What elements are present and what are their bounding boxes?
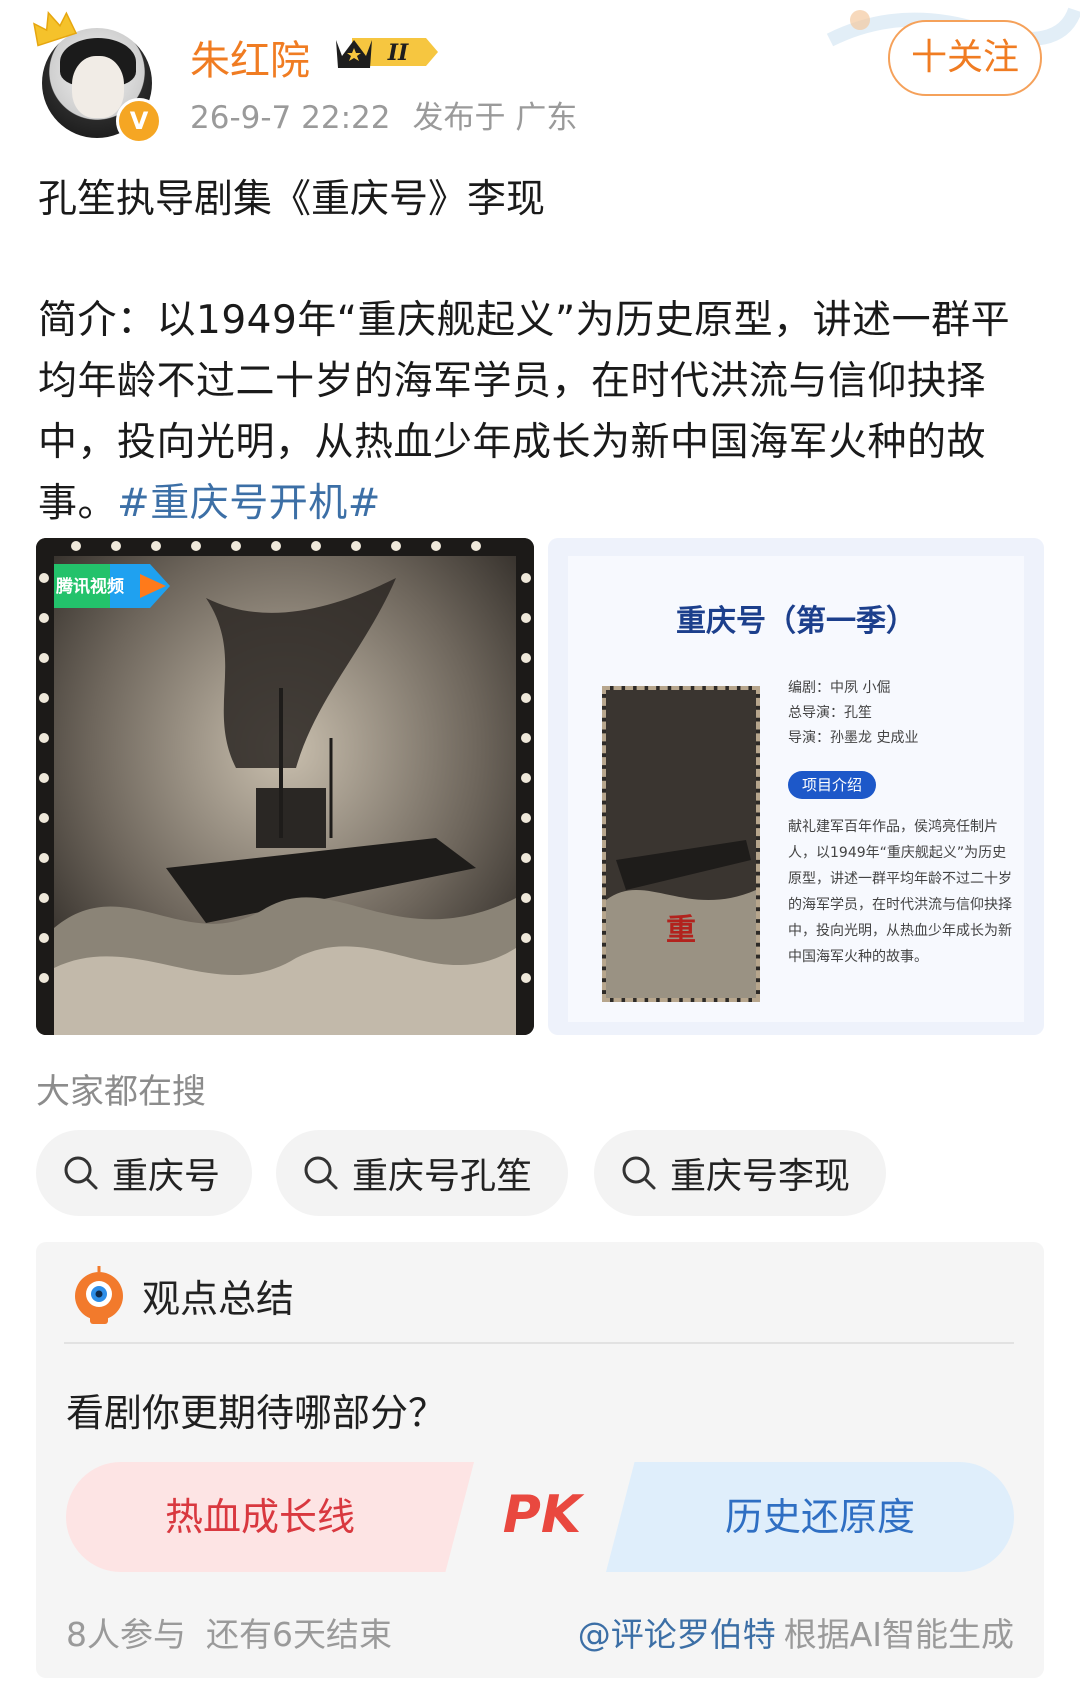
search-chip-label: 重庆号李现 xyxy=(670,1156,851,1197)
tencent-video-logo-text: 腾讯视频 xyxy=(56,577,124,597)
svg-text:PK: PK xyxy=(503,1485,585,1545)
post-meta: 26-9-7 22:22 发布于 广东 xyxy=(190,92,577,137)
info-card-credits: 编剧：中夙 小倔 总导演：孔笙 导演：孙墨龙 史成业 xyxy=(788,676,918,751)
search-chip-label: 重庆号孔笙 xyxy=(352,1156,533,1197)
pk-label: PK xyxy=(503,1485,585,1545)
poll-option-left-button[interactable]: 热血成长线 xyxy=(66,1462,474,1572)
avatar[interactable]: V xyxy=(33,10,162,144)
timestamp: 26-9-7 22:22 xyxy=(190,100,391,136)
search-icon xyxy=(304,1156,338,1190)
info-card-title: 重庆号（第一季） xyxy=(676,604,916,639)
search-heading: 大家都在搜 xyxy=(36,1072,206,1112)
credit-line: 导演：孙墨龙 史成业 xyxy=(788,730,919,746)
search-chip[interactable]: 重庆号孔笙 xyxy=(276,1130,568,1216)
ai-note: 根据AI智能生成 xyxy=(783,1615,1014,1654)
vip-badge: V xyxy=(116,98,162,144)
poll-stats: 8人参与 还有6天结束 xyxy=(66,1608,392,1656)
post-image-info-card[interactable]: 重庆号（第一季） 重 编剧：中夙 小倔 总导演：孔笙 导演：孙墨龙 史成业 项目… xyxy=(548,538,1044,1035)
opinion-summary-card: 观点总结 看剧你更期待哪部分？ 热血成长线 PK 历史还原度 8人参与 还有6天结… xyxy=(36,1242,1044,1678)
search-chip-label: 重庆号 xyxy=(112,1156,221,1197)
rank-badge-icon: II xyxy=(336,38,438,68)
username[interactable]: 朱红院 xyxy=(190,28,310,86)
credit-line: 编剧：中夙 小倔 xyxy=(788,680,891,696)
ai-handle-link[interactable]: @评论罗伯特 xyxy=(578,1615,776,1654)
svg-text:重: 重 xyxy=(666,913,696,948)
post-title: 孔笙执导剧集《重庆号》李现 xyxy=(38,177,546,222)
divider xyxy=(64,1342,1014,1344)
poll-question: 看剧你更期待哪部分？ xyxy=(66,1391,447,1435)
post-header: V 朱红院 II 26-9-7 22:22 发布于 广东 十关注 xyxy=(0,0,1080,150)
post-image-poster[interactable]: 腾讯视频 xyxy=(36,538,534,1035)
poll-option-right-button[interactable]: 历史还原度 xyxy=(606,1462,1014,1572)
time-remaining: 还有6天结束 xyxy=(206,1615,392,1654)
search-chip[interactable]: 重庆号李现 xyxy=(594,1130,886,1216)
post-body: 简介：以1949年“重庆舰起义”为历史原型，讲述一群平均年龄不过二十岁的海军学员… xyxy=(38,290,1048,534)
follow-button[interactable]: 十关注 xyxy=(888,20,1042,96)
info-card-poster: 重 xyxy=(602,686,760,1002)
hashtag-link[interactable]: #重庆号开机# xyxy=(117,481,381,526)
info-card: 重庆号（第一季） 重 编剧：中夙 小倔 总导演：孔笙 导演：孙墨龙 史成业 项目… xyxy=(568,556,1024,1022)
info-card-description: 献礼建军百年作品，侯鸿亮任制片人，以1949年“重庆舰起义”为历史原型，讲述一群… xyxy=(788,819,1012,965)
svg-text:II: II xyxy=(387,40,409,66)
summary-title: 观点总结 xyxy=(142,1277,295,1321)
search-icon xyxy=(622,1156,656,1190)
participant-count: 8人参与 xyxy=(66,1615,186,1654)
credit-line: 总导演：孔笙 xyxy=(788,705,872,721)
info-card-tag: 项目介绍 xyxy=(788,771,877,799)
location: 发布于 广东 xyxy=(412,100,578,136)
search-icon xyxy=(64,1156,98,1190)
search-chip[interactable]: 重庆号 xyxy=(36,1130,252,1216)
robot-mascot-icon xyxy=(75,1266,123,1324)
ai-attribution: @评论罗伯特 根据AI智能生成 xyxy=(578,1608,1014,1656)
